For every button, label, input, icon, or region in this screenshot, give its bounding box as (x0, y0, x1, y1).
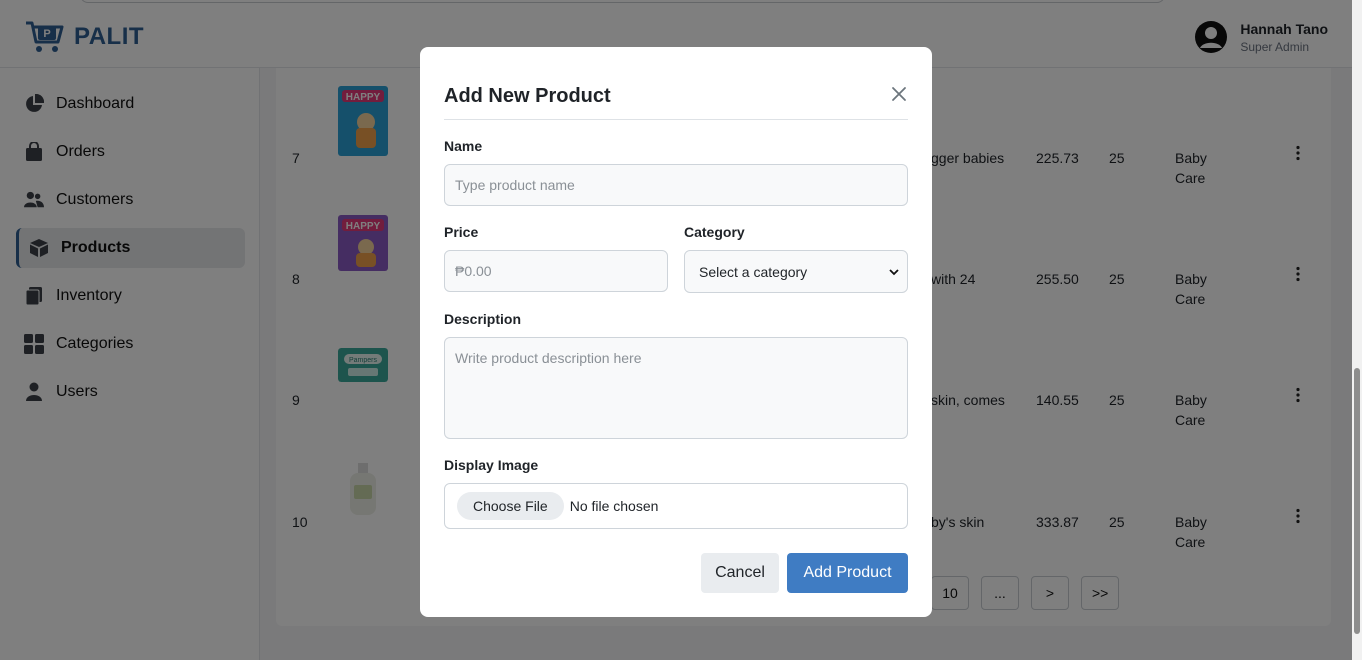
category-select[interactable]: Select a category (684, 250, 908, 293)
display-image-file-input[interactable]: Choose File No file chosen (444, 483, 908, 529)
close-icon[interactable] (890, 85, 908, 103)
choose-file-button[interactable]: Choose File (457, 492, 564, 520)
file-status: No file chosen (569, 498, 659, 514)
modal-title: Add New Product (444, 85, 611, 107)
category-selected-value: Select a category (699, 263, 808, 280)
add-product-modal: Add New Product Name Price Category Sele… (420, 47, 932, 617)
display-image-label: Display Image (444, 457, 539, 473)
price-label: Price (444, 224, 479, 240)
category-label: Category (684, 224, 745, 240)
scrollbar-thumb[interactable] (1354, 368, 1360, 634)
page-scrollbar[interactable] (1352, 0, 1362, 660)
product-name-input[interactable] (444, 164, 908, 206)
chevron-down-icon (889, 269, 899, 276)
description-label: Description (444, 311, 522, 327)
cancel-button[interactable]: Cancel (701, 553, 779, 593)
price-input[interactable] (444, 250, 668, 292)
description-textarea[interactable] (444, 337, 908, 439)
modal-divider (444, 119, 908, 120)
name-label: Name (444, 138, 483, 154)
add-product-button[interactable]: Add Product (787, 553, 908, 593)
